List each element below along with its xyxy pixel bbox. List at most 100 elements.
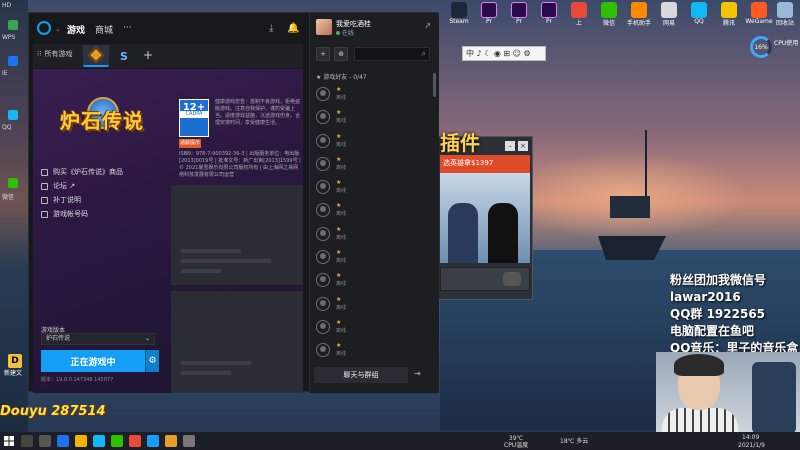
friend-list-item[interactable]: ★离线 xyxy=(314,269,432,292)
friend-list-item[interactable]: ★离线 xyxy=(314,293,432,316)
news-card[interactable] xyxy=(171,185,303,285)
desktop-shortcut-icon[interactable]: D xyxy=(8,354,22,368)
download-icon[interactable]: ⤓ xyxy=(269,23,273,34)
friend-avatar-icon xyxy=(316,226,330,241)
webcam-chair xyxy=(752,362,796,434)
link-buy-products[interactable]: 购买《炉石传说》商品 xyxy=(41,165,123,179)
taskbar-app-icon[interactable] xyxy=(57,435,69,447)
friend-list-item[interactable]: ★离线 xyxy=(314,176,432,199)
friend-list-item[interactable]: ★离线 xyxy=(314,83,432,106)
desktop-left-label-0[interactable]: HD xyxy=(2,2,11,9)
add-friend-button[interactable]: + xyxy=(316,47,330,61)
friend-list-item[interactable]: ★离线 xyxy=(314,223,432,246)
cpu-widget: 16% CPU使用 xyxy=(748,34,800,62)
desktop-icon-pr-3[interactable]: Pr xyxy=(534,2,564,25)
chat-groups-button[interactable]: 聊天与群组 xyxy=(314,367,408,383)
link-account-code[interactable]: 游戏帐号码 xyxy=(41,207,123,221)
my-status[interactable]: 在线 xyxy=(336,28,354,37)
desktop-left-label-4[interactable]: 微信 xyxy=(2,192,14,201)
desktop-left-label-3[interactable]: QQ xyxy=(2,124,11,131)
plugin-promo-image[interactable] xyxy=(440,173,530,263)
task-view-icon[interactable] xyxy=(39,435,51,447)
ie-icon[interactable] xyxy=(8,56,18,66)
taskbar-app-icon[interactable] xyxy=(183,435,195,447)
link-label: 补丁说明 xyxy=(53,196,81,204)
search-icon[interactable] xyxy=(21,435,33,447)
friends-section-header[interactable]: ★ 游戏好友 - 0/47 xyxy=(316,72,367,81)
wps-icon[interactable] xyxy=(8,20,18,30)
desktop-icon-4[interactable]: 上 xyxy=(564,2,594,27)
desktop-icon-pr-1[interactable]: Pr xyxy=(474,2,504,25)
friend-list-item[interactable]: ★离线 xyxy=(314,199,432,222)
nav-shop[interactable]: 商城 xyxy=(95,23,113,36)
play-button[interactable]: 正在游戏中 xyxy=(41,350,145,372)
add-group-button[interactable]: ⊕ xyxy=(334,47,348,61)
link-patch-notes[interactable]: 补丁说明 xyxy=(41,193,123,207)
plugin-window[interactable]: 插件 – × 选英雄拿$1397 xyxy=(437,131,533,300)
desktop-icon-steam[interactable]: Steam xyxy=(444,2,474,25)
friend-avatar-icon xyxy=(316,296,330,311)
friend-list-item[interactable]: ★离线 xyxy=(314,339,432,362)
minimize-icon[interactable]: – xyxy=(505,141,515,151)
clock-date[interactable]: 2021/1/9 xyxy=(738,442,765,449)
tab-all-games[interactable]: ⁝⁝ 所有游戏 xyxy=(37,49,72,59)
logo-chevron-down-icon[interactable]: ⌄ xyxy=(55,25,61,33)
desktop-left-label-2[interactable]: IE xyxy=(2,70,8,77)
link-forums[interactable]: 论坛 ↗ xyxy=(41,179,123,193)
age-rating: 12+ xyxy=(182,102,206,113)
wechat-icon[interactable] xyxy=(111,435,123,447)
friend-search-input[interactable]: ⌕ xyxy=(354,47,430,61)
tab-starcraft[interactable]: S xyxy=(111,45,137,67)
ime-toolbar[interactable]: 中 ♪ ☾ ◉ ⊞ ☺ ⚙ xyxy=(462,46,546,61)
starcraft-icon: S xyxy=(120,49,128,63)
taskbar-app-icon[interactable] xyxy=(129,435,141,447)
desktop-icon-pr-2[interactable]: Pr xyxy=(504,2,534,25)
clock-time[interactable]: 14:09 xyxy=(742,434,759,441)
friend-list-item[interactable]: ★离线 xyxy=(314,246,432,269)
overlay-line: QQ群 1922565 xyxy=(670,307,766,321)
friend-avatar-icon xyxy=(316,319,330,334)
avatar[interactable] xyxy=(316,19,332,35)
add-tab-button[interactable]: + xyxy=(143,48,153,62)
friend-list-item[interactable]: ★离线 xyxy=(314,316,432,339)
friend-avatar-icon xyxy=(316,343,330,358)
game-settings-gear-icon[interactable]: ⚙ xyxy=(145,350,159,372)
folder-icon[interactable] xyxy=(75,435,87,447)
friend-list-item[interactable]: ★离线 xyxy=(314,106,432,129)
desktop-icon-phone[interactable]: 手机助手 xyxy=(624,2,654,27)
friend-list-item[interactable]: ★离线 xyxy=(314,153,432,176)
douyu-watermark: Douyu 287514 xyxy=(0,404,106,419)
news-card[interactable] xyxy=(171,291,303,393)
plugin-action-bar xyxy=(440,267,530,291)
qq-icon[interactable] xyxy=(8,110,18,120)
search-icon: ⌕ xyxy=(421,49,426,58)
notification-bell-icon[interactable]: 🔔 xyxy=(287,23,299,34)
desktop-icon-wechat[interactable]: 微信 xyxy=(594,2,624,27)
weather[interactable]: 18℃ 多云 xyxy=(560,438,588,445)
windows-start-icon[interactable] xyxy=(0,432,18,450)
plugin-banner[interactable]: 选英雄拿$1397 xyxy=(440,155,530,173)
version-select[interactable]: 炉石传说 ⌄ xyxy=(41,333,155,345)
hearthstone-taskbar-icon[interactable] xyxy=(165,435,177,447)
battlenet-taskbar-icon[interactable] xyxy=(147,435,159,447)
qq-icon[interactable] xyxy=(93,435,105,447)
close-icon[interactable]: × xyxy=(518,141,528,151)
friend-list-item[interactable]: ★离线 xyxy=(314,130,432,153)
desktop-icon-tencent[interactable]: 腾讯 xyxy=(714,2,744,27)
desktop-icon-qq[interactable]: QQ xyxy=(684,2,714,25)
wechat-icon[interactable] xyxy=(8,178,18,188)
windows-taskbar: 39℃ CPU温度 18℃ 多云 14:09 2021/1/9 xyxy=(0,432,800,450)
webcam-hair xyxy=(674,354,724,376)
popout-icon[interactable]: ⇥ xyxy=(414,369,421,378)
desktop-icon-netease[interactable]: 网易 xyxy=(654,2,684,27)
friend-status: 离线 xyxy=(336,95,347,101)
nav-games[interactable]: 游戏 xyxy=(67,23,85,36)
plugin-action-button[interactable] xyxy=(503,272,521,286)
external-link-icon[interactable]: ↗ xyxy=(424,21,431,30)
nav-more[interactable]: ··· xyxy=(123,23,132,33)
battlenet-logo-icon[interactable] xyxy=(37,21,51,35)
tab-hearthstone[interactable] xyxy=(83,45,109,67)
desktop-left-label-1[interactable]: WPS xyxy=(2,34,15,41)
desktop-icon-recycle[interactable]: 回收站 xyxy=(770,2,800,27)
friends-scrollbar[interactable] xyxy=(433,73,436,97)
